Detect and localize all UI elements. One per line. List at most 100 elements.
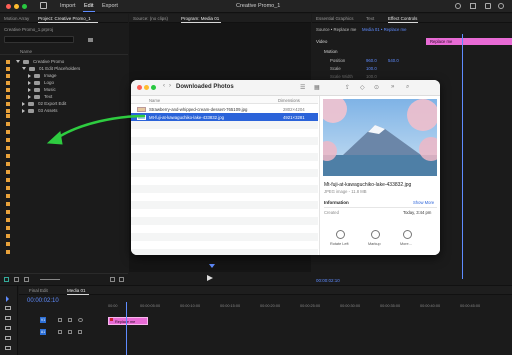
nav-import[interactable]: Import [60, 3, 76, 9]
razor-tool-icon[interactable] [5, 326, 11, 330]
effect-timecode[interactable]: 00:00:02:10 [316, 278, 340, 283]
folder-icon [28, 108, 34, 113]
lock-icon[interactable] [58, 330, 62, 334]
disclosure-collapsed-icon[interactable] [28, 73, 31, 78]
zoom-window-button[interactable] [22, 4, 27, 9]
timeline-ruler[interactable]: 00:00 00:00:05:00 00:00:10:00 00:00:15:0… [108, 304, 512, 310]
disclosure-collapsed-icon[interactable] [28, 87, 31, 92]
column-dimensions[interactable]: Dimensions [278, 98, 300, 103]
new-item-icon[interactable] [110, 277, 115, 282]
tab-final-edit[interactable]: Final Edit [29, 288, 48, 293]
minimize-window-button[interactable] [14, 4, 19, 9]
selection-tool-icon[interactable] [6, 296, 9, 302]
share-icon[interactable]: ⇪ [345, 84, 350, 91]
property-value[interactable]: 100.0 [366, 66, 377, 74]
finder-close-button[interactable] [137, 85, 142, 90]
pen-tool-icon[interactable] [5, 346, 11, 350]
tag-icon[interactable]: ◇ [360, 84, 365, 91]
close-window-button[interactable] [6, 4, 11, 9]
forward-icon[interactable]: › [169, 83, 171, 89]
finder-title: Downloaded Photos [176, 84, 234, 90]
more-label[interactable]: More... [400, 242, 412, 246]
timeline-timecode[interactable]: 00:00:02:10 [27, 298, 59, 304]
column-name[interactable]: Name [149, 98, 160, 103]
markup-label[interactable]: Markup [368, 242, 381, 246]
rotate-left-label[interactable]: Rotate Left [330, 242, 349, 246]
slip-tool-icon[interactable] [5, 336, 11, 340]
tree-item-creative-promo[interactable]: Creative Promo [0, 58, 128, 65]
property-value-x[interactable]: 960.0 [366, 58, 388, 66]
zoom-slider[interactable] [40, 279, 60, 280]
action-menu-icon[interactable]: ⊙ [374, 84, 379, 91]
search-icon[interactable] [455, 3, 461, 9]
ripple-edit-tool-icon[interactable] [5, 316, 11, 320]
effect-clip-bar[interactable]: Replace me [426, 38, 512, 45]
rotate-left-icon[interactable] [336, 230, 345, 239]
file-row[interactable]: Strawberry-and-whipped-cream-dessert-765… [131, 105, 318, 113]
finder-zoom-button[interactable] [151, 85, 156, 90]
group-icon[interactable]: ▦ [314, 84, 320, 91]
ruler-label: 00:00:05:00 [140, 304, 161, 308]
disclosure-collapsed-icon[interactable] [28, 80, 31, 85]
icon-view-icon[interactable] [24, 277, 29, 282]
more-icon[interactable]: » [391, 84, 394, 90]
effect-clip-label[interactable]: Media 01 • Replace me [362, 27, 407, 32]
disclosure-expanded-icon[interactable] [16, 60, 20, 63]
nav-edit[interactable]: Edit [84, 3, 93, 9]
timeline-clip[interactable]: Replace me [108, 317, 148, 325]
column-header-name[interactable]: Name [0, 48, 128, 55]
tree-item-logo[interactable]: Logo [0, 79, 128, 86]
track-target-a1[interactable]: A1 [40, 329, 46, 335]
finder-minimize-button[interactable] [144, 85, 149, 90]
tab-text[interactable]: Text [366, 16, 374, 21]
timeline-playhead[interactable] [126, 302, 127, 355]
new-bin-icon[interactable] [88, 38, 93, 42]
disclosure-collapsed-icon[interactable] [22, 108, 25, 113]
trash-icon[interactable] [119, 277, 124, 282]
disclosure-collapsed-icon[interactable] [28, 94, 31, 99]
list-view-icon[interactable] [14, 277, 19, 282]
more-icon[interactable] [403, 230, 412, 239]
track-select-tool-icon[interactable] [5, 306, 11, 310]
markup-icon[interactable] [371, 230, 380, 239]
tab-effect-controls[interactable]: Effect Controls [388, 16, 417, 21]
home-icon[interactable] [40, 2, 47, 9]
workspace-icon[interactable] [470, 3, 476, 9]
pencil-icon[interactable] [4, 277, 9, 282]
tab-source[interactable]: Source: (no clips) [133, 16, 168, 21]
view-options-icon[interactable]: ☰ [300, 84, 305, 91]
tab-motion-array[interactable]: Motion Array [4, 16, 29, 21]
tree-item-music[interactable]: Music [0, 86, 128, 93]
tree-item-export-edit[interactable]: 02 Export Edit [0, 100, 128, 107]
show-more-link[interactable]: Show More [413, 200, 434, 205]
lock-icon[interactable] [58, 318, 62, 322]
search-icon[interactable]: ⌕ [406, 84, 409, 91]
play-icon[interactable] [207, 275, 213, 281]
active-tab-indicator [67, 294, 89, 295]
search-input[interactable] [4, 36, 74, 43]
disclosure-collapsed-icon[interactable] [22, 101, 25, 106]
tree-item-edit-placeholders[interactable]: 01 Edit Placeholders [0, 65, 128, 72]
motion-effect-label[interactable]: Motion [324, 49, 338, 54]
mute-icon[interactable] [68, 330, 72, 334]
playhead-marker[interactable] [209, 264, 215, 268]
sync-lock-icon[interactable] [68, 318, 72, 322]
tab-project[interactable]: Project: Creative Promo_1 [38, 16, 91, 21]
tab-essential-graphics[interactable]: Essential Graphics [316, 16, 354, 21]
file-row-selected[interactable]: Mt-fuji-at-kawaguchiko-lake-433832.jpg 4… [131, 113, 318, 121]
track-target-v1[interactable]: V1 [40, 317, 46, 323]
help-icon[interactable] [498, 3, 504, 9]
back-icon[interactable]: ‹ [163, 83, 165, 89]
disclosure-expanded-icon[interactable] [22, 67, 26, 70]
solo-icon[interactable] [78, 330, 82, 334]
tree-item-label: 01 Edit Placeholders [39, 66, 81, 71]
effect-playhead-line[interactable] [462, 34, 463, 279]
tab-program[interactable]: Program: Media 01 [181, 16, 219, 21]
tree-item-text[interactable]: Text [0, 93, 128, 100]
property-value-y[interactable]: 540.0 [388, 58, 399, 66]
eye-icon[interactable] [78, 318, 83, 322]
nav-export[interactable]: Export [102, 3, 118, 9]
share-icon[interactable] [485, 3, 491, 9]
tree-item-image[interactable]: Image [0, 72, 128, 79]
tab-media-01[interactable]: Media 01 [67, 288, 86, 293]
